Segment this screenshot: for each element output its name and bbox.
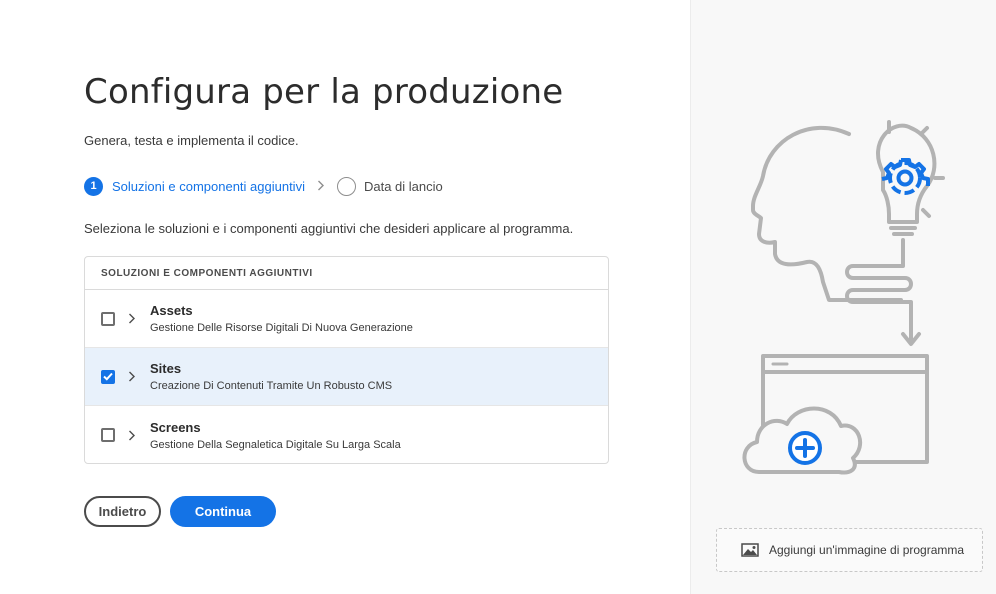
add-program-image-button[interactable]: Aggiungi un'immagine di programma (716, 528, 983, 572)
assets-checkbox[interactable] (101, 311, 115, 326)
page-subtitle: Genera, testa e implementa il codice. (84, 133, 299, 148)
solution-description: Creazione Di Contenuti Tramite Un Robust… (150, 380, 393, 392)
solution-row-assets[interactable]: Assets Gestione Delle Risorse Digitali D… (85, 290, 608, 348)
page-title: Configura per la produzione (84, 72, 564, 112)
solution-title: Assets (150, 303, 193, 318)
main-content: Configura per la produzione Genera, test… (0, 0, 690, 594)
step-1-indicator: 1 (84, 176, 103, 196)
chevron-right-icon (317, 179, 325, 194)
screens-checkbox[interactable] (101, 428, 115, 442)
chevron-right-icon[interactable] (125, 371, 139, 382)
image-icon (741, 543, 759, 557)
gear-icon (881, 158, 930, 195)
solution-title: Sites (150, 361, 182, 376)
step-1-label[interactable]: Soluzioni e componenti aggiuntivi (112, 179, 305, 194)
sites-checkbox[interactable] (101, 369, 115, 384)
continue-button[interactable]: Continua (170, 496, 276, 527)
solution-title: Screens (150, 419, 201, 435)
back-button[interactable]: Indietro (84, 496, 161, 527)
stepper: 1 Soluzioni e componenti aggiuntivi Data… (84, 175, 443, 197)
solutions-header: SOLUZIONI E COMPONENTI AGGIUNTIVI (85, 257, 608, 290)
instruction-text: Seleziona le soluzioni e i componenti ag… (84, 221, 574, 236)
solution-description: Gestione Delle Risorse Digitali Di Nuova… (150, 322, 413, 334)
program-illustration (742, 120, 945, 475)
step-2-indicator (336, 176, 356, 196)
step-2-label[interactable]: Data di lancio (364, 179, 443, 194)
plus-circle-icon (788, 431, 822, 465)
solution-description: Gestione Della Segnaletica Digitale Su L… (150, 438, 401, 451)
solutions-table: SOLUZIONI E COMPONENTI AGGIUNTIVI Assets… (84, 256, 609, 464)
chevron-right-icon[interactable] (125, 313, 139, 324)
add-image-label: Aggiungi un'immagine di programma (769, 543, 965, 557)
checkmark-icon (103, 372, 113, 381)
chevron-right-icon[interactable] (125, 430, 139, 441)
solution-row-sites[interactable]: Sites Creazione Di Contenuti Tramite Un … (85, 348, 608, 406)
solution-row-screens[interactable]: Screens Gestione Della Segnaletica Digit… (85, 406, 608, 463)
illustration-panel: Aggiungi un'immagine di programma (690, 0, 996, 594)
